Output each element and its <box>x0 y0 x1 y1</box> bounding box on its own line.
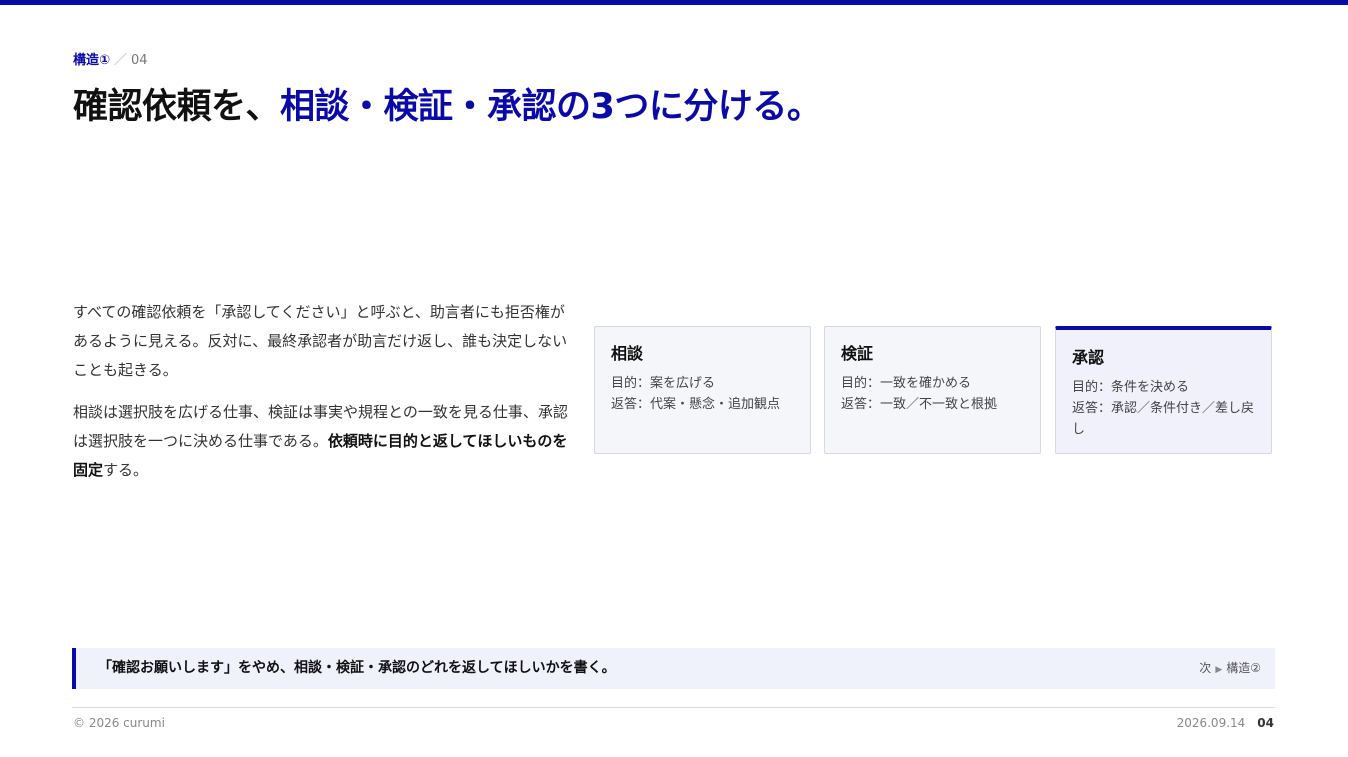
card-verification: 検証 目的：一致を確かめる 返答：一致／不一致と根拠 <box>824 326 1041 454</box>
card-consultation: 相談 目的：案を広げる 返答：代案・懸念・追加観点 <box>594 326 811 454</box>
body-paragraph-1: すべての確認依頼を「承認してください」と呼ぶと、助言者にも拒否権があるように見え… <box>73 303 568 379</box>
play-arrow-icon: ▶ <box>1215 665 1223 675</box>
page-title: 確認依頼を、相談・検証・承認の3つに分ける。 <box>73 84 822 130</box>
card-title: 相談 <box>611 344 644 363</box>
top-accent-bar <box>0 0 1348 5</box>
card-reply: 返答：一致／不一致と根拠 <box>841 397 998 412</box>
card-reply: 返答：代案・懸念・追加観点 <box>611 397 781 412</box>
section-label: 構造① <box>73 53 111 68</box>
card-approval: 承認 目的：条件を決める 返答：承認／条件付き／差し戻し <box>1055 326 1272 454</box>
callout-text: 「確認お願いします」をやめ、相談・検証・承認のどれを返してほしいかを書く。 <box>98 660 616 676</box>
slide-number-label: 04 <box>131 53 148 68</box>
body-paragraph-2: 相談は選択肢を広げる仕事、検証は事実や規程との一致を見る仕事、承認は選択肢を一つ… <box>73 398 573 485</box>
card-group: 相談 目的：案を広げる 返答：代案・懸念・追加観点 検証 目的：一致を確かめる … <box>594 326 1274 456</box>
footer-meta: 2026.09.14 04 <box>1177 715 1274 731</box>
body-text: すべての確認依頼を「承認してください」と呼ぶと、助言者にも拒否権があるように見え… <box>73 298 573 498</box>
card-purpose: 目的：一致を確かめる <box>841 376 972 391</box>
card-purpose: 目的：条件を決める <box>1072 380 1190 395</box>
title-part-1: 確認依頼を、 <box>73 87 281 127</box>
next-prefix: 次 <box>1199 661 1212 675</box>
next-section-label: 構造② <box>1226 661 1261 675</box>
copyright: © 2026 curumi <box>73 716 165 730</box>
card-title: 承認 <box>1072 348 1105 367</box>
card-title: 検証 <box>841 344 874 363</box>
footer-divider <box>72 707 1275 708</box>
card-reply: 返答：承認／条件付き／差し戻し <box>1072 401 1255 437</box>
next-section-link[interactable]: 次 ▶ 構造② <box>1199 660 1261 679</box>
card-purpose: 目的：案を広げる <box>611 376 716 391</box>
title-part-2: 相談・検証・承認の3つに分ける。 <box>280 87 822 127</box>
breadcrumb: 構造① ／ 04 <box>73 53 148 69</box>
summary-callout: 「確認お願いします」をやめ、相談・検証・承認のどれを返してほしいかを書く。 次 ▶… <box>72 648 1275 689</box>
breadcrumb-separator: ／ <box>114 53 128 68</box>
footer-date: 2026.09.14 <box>1176 716 1246 730</box>
footer-page-number: 04 <box>1257 716 1274 730</box>
body-paragraph-2-suffix: する。 <box>103 461 149 479</box>
